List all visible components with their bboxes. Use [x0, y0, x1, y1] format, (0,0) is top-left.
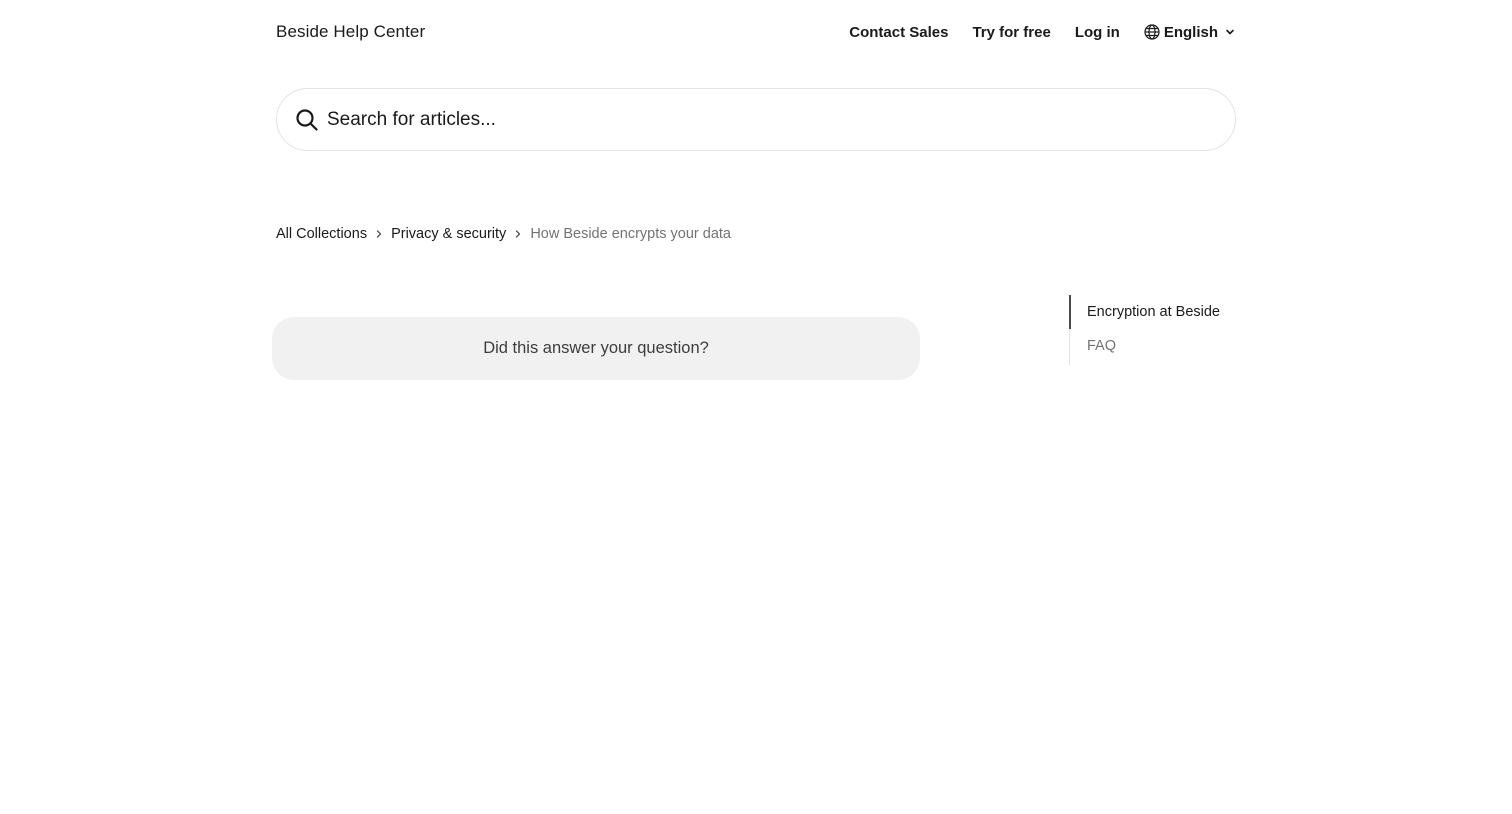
breadcrumb-privacy-security[interactable]: Privacy & security — [391, 226, 506, 242]
top-header: Beside Help Center Contact Sales Try for… — [276, 18, 1236, 46]
search-icon[interactable] — [295, 108, 319, 132]
search-bar — [276, 88, 1236, 151]
brand-title[interactable]: Beside Help Center — [276, 22, 425, 42]
chevron-right-icon — [510, 226, 526, 242]
toc-item-encryption-at-beside[interactable]: Encryption at Beside — [1069, 295, 1239, 329]
contact-sales-link[interactable]: Contact Sales — [849, 24, 948, 41]
search-input[interactable] — [327, 99, 1187, 140]
breadcrumb: All Collections Privacy & security How B… — [276, 224, 731, 244]
top-nav: Contact Sales Try for free Log in Englis… — [825, 24, 1236, 41]
feedback-card: Did this answer your question? — [272, 317, 920, 380]
chevron-right-icon — [371, 226, 387, 242]
help-center-page: Beside Help Center Contact Sales Try for… — [0, 0, 1512, 814]
globe-icon — [1144, 24, 1160, 40]
toc-item-faq[interactable]: FAQ — [1070, 329, 1239, 363]
feedback-question: Did this answer your question? — [483, 339, 709, 357]
breadcrumb-current-article: How Beside encrypts your data — [530, 226, 731, 242]
try-for-free-link[interactable]: Try for free — [972, 24, 1050, 41]
log-in-link[interactable]: Log in — [1075, 24, 1120, 41]
language-label: English — [1163, 23, 1218, 41]
language-selector[interactable]: English — [1144, 24, 1236, 41]
table-of-contents: Encryption at Beside FAQ — [1069, 295, 1239, 365]
breadcrumb-all-collections[interactable]: All Collections — [276, 226, 367, 242]
chevron-down-icon — [1224, 26, 1236, 38]
